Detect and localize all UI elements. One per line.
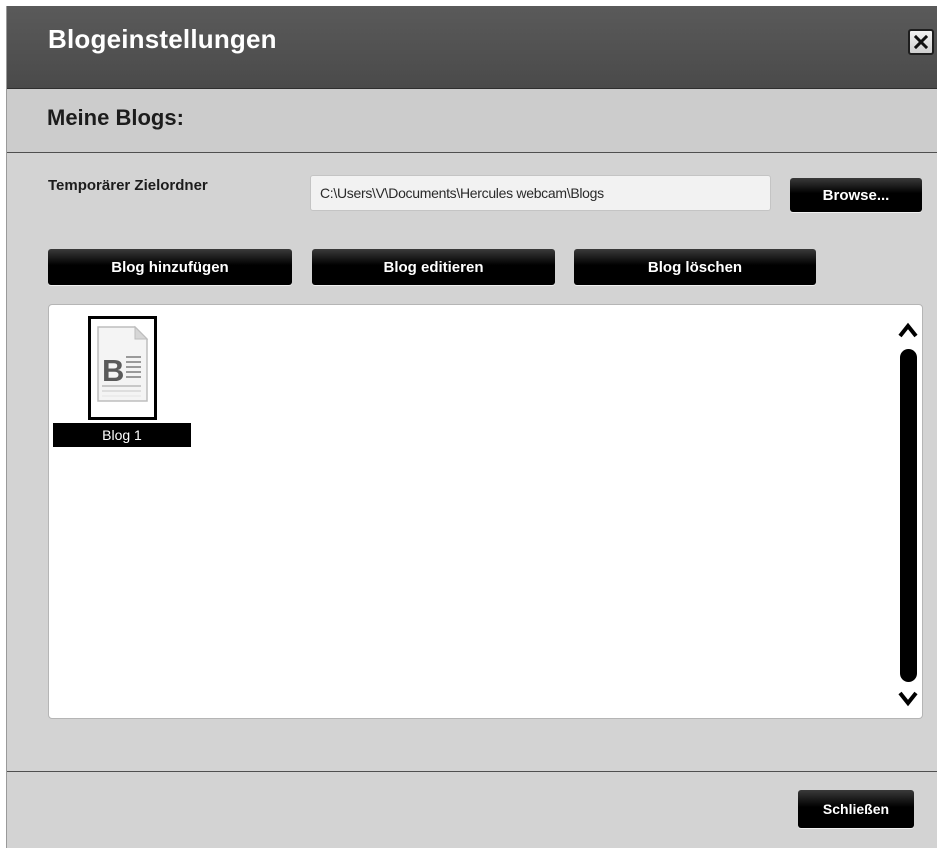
- svg-text:B: B: [102, 353, 124, 388]
- dialog-title: Blogeinstellungen: [48, 24, 277, 54]
- temp-folder-label: Temporärer Zielordner: [48, 177, 208, 194]
- close-button[interactable]: Schließen: [798, 790, 914, 828]
- close-dialog-x-button[interactable]: [908, 29, 934, 55]
- blog-settings-dialog: Blogeinstellungen Meine Blogs: Temporäre…: [6, 6, 937, 848]
- edit-blog-button[interactable]: Blog editieren: [312, 249, 555, 285]
- section-heading: Meine Blogs:: [47, 105, 184, 130]
- scroll-down-button[interactable]: [897, 688, 919, 708]
- blog-list-panel: B Blog 1: [48, 304, 923, 719]
- browse-button[interactable]: Browse...: [790, 178, 922, 212]
- add-blog-button[interactable]: Blog hinzufügen: [48, 249, 292, 285]
- scrollbar-thumb[interactable]: [900, 349, 917, 682]
- blog-item-label: Blog 1: [53, 423, 191, 447]
- delete-blog-button[interactable]: Blog löschen: [574, 249, 816, 285]
- blog-item-selection-frame: B: [88, 316, 157, 420]
- blog-list-item[interactable]: B Blog 1: [53, 316, 191, 450]
- chevron-down-icon: [898, 691, 918, 707]
- chevron-up-icon: [898, 322, 918, 338]
- footer-divider: [7, 771, 937, 772]
- dialog-titlebar: Blogeinstellungen: [7, 6, 937, 89]
- temp-folder-path-field[interactable]: C:\Users\V\Documents\Hercules webcam\Blo…: [310, 175, 771, 211]
- close-icon: [914, 35, 928, 49]
- section-header: Meine Blogs:: [7, 89, 937, 153]
- scroll-up-button[interactable]: [897, 321, 919, 341]
- blog-document-icon: B: [97, 325, 149, 402]
